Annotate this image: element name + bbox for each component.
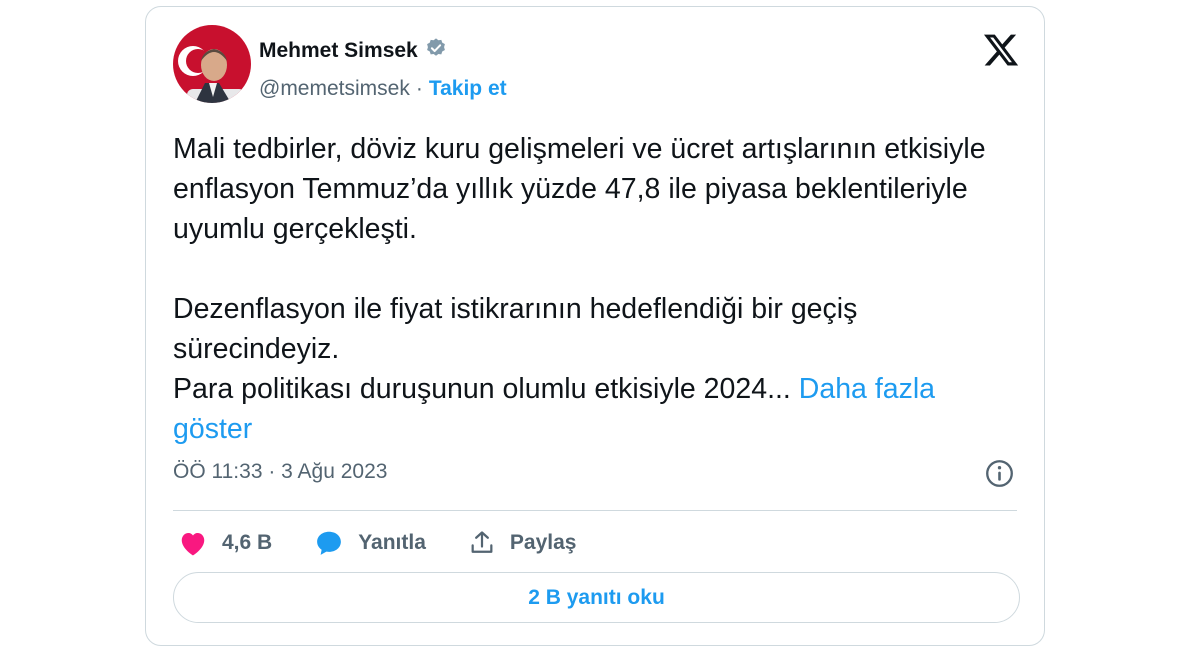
like-button[interactable]: 4,6 B [178, 529, 272, 557]
tweet-text: Mali tedbirler, döviz kuru gelişmeleri v… [173, 129, 993, 449]
share-icon [468, 529, 496, 557]
tweet-paragraph-2: Dezenflasyon ile fiyat istikrarının hede… [173, 293, 858, 365]
tweet-paragraph-1: Mali tedbirler, döviz kuru gelişmeleri v… [173, 133, 986, 245]
info-icon[interactable] [984, 458, 1015, 489]
like-count: 4,6 B [222, 531, 273, 554]
divider [173, 510, 1017, 511]
reply-bubble-icon [314, 529, 344, 557]
x-logo-icon[interactable] [982, 31, 1020, 69]
tweet-card: Mehmet Simsek @memetsimsek · Takip et Ma… [145, 6, 1045, 646]
share-button[interactable]: Paylaş [468, 529, 577, 557]
tweet-timestamp[interactable]: ÖÖ 11:33 · 3 Ağu 2023 [173, 460, 387, 484]
heart-icon [178, 529, 208, 557]
share-label: Paylaş [509, 531, 577, 554]
separator-dot: · [415, 77, 423, 100]
tweet-paragraph-3: Para politikası duruşunun olumlu etkisiy… [173, 369, 993, 449]
tweet-paragraph-3-text: Para politikası duruşunun olumlu etkisiy… [173, 373, 791, 405]
handle-row: @memetsimsek · Takip et [259, 77, 507, 101]
follow-button[interactable]: Takip et [429, 77, 507, 101]
read-replies-button[interactable]: 2 B yanıtı oku [173, 572, 1020, 623]
avatar-image [173, 25, 251, 103]
author-row: Mehmet Simsek [259, 37, 447, 64]
reply-label: Yanıtla [358, 531, 426, 554]
avatar[interactable] [173, 25, 251, 103]
reply-button[interactable]: Yanıtla [314, 529, 426, 557]
verified-badge-icon [425, 37, 447, 64]
author-handle[interactable]: @memetsimsek [259, 77, 410, 101]
author-name[interactable]: Mehmet Simsek [259, 39, 418, 63]
action-bar: 4,6 B Yanıtla Paylaş [178, 529, 618, 557]
